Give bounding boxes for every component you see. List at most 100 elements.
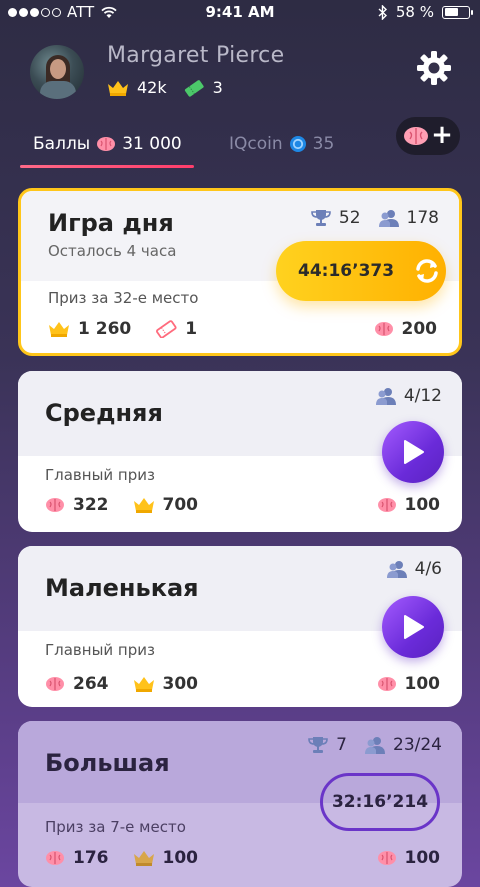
battery-fill: [444, 8, 458, 16]
entry-cost-value: 100: [404, 848, 441, 868]
trophies-stat: 52: [311, 208, 361, 228]
play-button[interactable]: [382, 596, 444, 658]
players-icon: [378, 210, 399, 227]
card-title: Средняя: [45, 399, 163, 427]
prize-brains-value: 322: [73, 495, 109, 515]
prize-row: 264 300: [45, 674, 222, 694]
prize-label: Приз за 7-е место: [45, 818, 186, 836]
players-count: 23/24: [393, 735, 442, 755]
user-stats: 42k 3: [107, 78, 239, 97]
countdown-timer: 44:16’373: [298, 261, 395, 281]
trophies-count: 52: [338, 208, 361, 228]
game-card-daily[interactable]: Игра дня Осталось 4 часа 52 178 44:16’37…: [18, 188, 462, 356]
crown-icon: [133, 851, 154, 866]
crown-icon: [133, 498, 154, 513]
card-meta: 7 23/24: [308, 735, 442, 755]
prize-brains: 176: [45, 848, 109, 868]
battery-percent: 58 %: [395, 3, 434, 21]
crown-icon: [133, 677, 154, 692]
trophy-icon: [311, 210, 331, 226]
entry-cost: 100: [377, 495, 441, 515]
players-icon: [375, 388, 396, 405]
prize-tickets: 1: [155, 319, 197, 339]
tab-active-underline: [20, 165, 194, 168]
prize-row: 1 260 1: [48, 319, 221, 339]
add-balance-button[interactable]: +: [396, 117, 460, 155]
ticket-icon: [156, 320, 177, 338]
prize-crowns: 100: [133, 848, 199, 868]
prize-brains: 264: [45, 674, 109, 694]
players-stat: 178: [378, 208, 439, 228]
tab-iqcoin[interactable]: IQcoin 35: [229, 134, 334, 154]
card-meta: 52 178: [311, 208, 439, 228]
entry-cost-value: 100: [404, 674, 441, 694]
prize-tickets-value: 1: [185, 319, 198, 339]
brain-icon: [377, 851, 396, 865]
prize-crowns: 300: [133, 674, 199, 694]
trophy-icon: [308, 737, 328, 753]
brain-icon: [97, 137, 116, 151]
avatar[interactable]: [30, 45, 84, 99]
status-bar: ATT 9:41 AM 58 %: [0, 0, 480, 24]
trophies-count: 7: [336, 735, 347, 755]
entry-cost: 100: [377, 674, 441, 694]
game-card-small[interactable]: Маленькая 4/6 Главный приз 264 300 100: [18, 546, 462, 707]
players-count: 4/6: [414, 559, 442, 579]
prize-brains-value: 264: [73, 674, 109, 694]
tab-balls[interactable]: Баллы 31 000: [33, 134, 182, 154]
status-right: 58 %: [378, 3, 473, 21]
refresh-icon: [416, 259, 438, 283]
players-count: 4/12: [403, 386, 442, 406]
crowns-count: 42k: [137, 78, 167, 97]
countdown-timer[interactable]: 32:16’214: [320, 773, 440, 831]
entry-cost-value: 200: [401, 319, 438, 339]
play-icon: [404, 615, 424, 639]
bluetooth-icon: [378, 4, 387, 20]
crowns-stat: 42k: [107, 78, 167, 97]
players-stat: 4/6: [386, 559, 442, 579]
brain-icon: [46, 677, 64, 691]
play-button[interactable]: [382, 421, 444, 483]
players-stat: 23/24: [365, 735, 442, 755]
prize-brains: 322: [45, 495, 109, 515]
tab-iqcoin-label: IQcoin: [229, 134, 283, 154]
entry-cost: 200: [374, 319, 438, 339]
game-card-medium[interactable]: Средняя 4/12 Главный приз 322 700 100: [18, 371, 462, 532]
card-title: Маленькая: [45, 574, 199, 602]
card-title: Игра дня: [48, 209, 174, 237]
tab-iqcoin-value: 35: [312, 134, 335, 154]
prize-row: 322 700: [45, 495, 222, 515]
brain-icon: [46, 851, 64, 865]
ticket-icon: [184, 79, 204, 97]
brain-icon: [377, 498, 396, 512]
username: Margaret Pierce: [107, 43, 285, 68]
trophies-stat: 7: [308, 735, 347, 755]
players-stat: 4/12: [375, 386, 442, 406]
prize-crowns: 700: [133, 495, 198, 515]
brain-icon: [374, 322, 393, 336]
entry-cost-value: 100: [404, 495, 441, 515]
players-icon: [386, 561, 407, 578]
prize-crowns-value: 100: [162, 848, 199, 868]
card-meta: 4/6: [386, 559, 442, 579]
card-meta: 4/12: [375, 386, 442, 406]
timer-pill[interactable]: 44:16’373: [276, 241, 446, 301]
players-icon: [365, 737, 385, 754]
prize-crowns-value: 300: [162, 674, 199, 694]
iqcoin-icon: [289, 136, 306, 152]
prize-label: Главный приз: [45, 466, 155, 484]
brain-icon: [404, 127, 429, 145]
prize-crowns: 1 260: [48, 319, 131, 339]
crown-icon: [49, 322, 69, 337]
card-subtitle: Осталось 4 часа: [48, 242, 177, 260]
settings-gear-icon[interactable]: [416, 50, 452, 86]
prize-brains-value: 176: [73, 848, 109, 868]
prize-label: Приз за 32-е место: [48, 289, 199, 307]
game-card-large[interactable]: Большая 7 23/24 32:16’214 Приз за 7-е ме…: [18, 721, 462, 887]
brain-icon: [377, 677, 396, 691]
prize-row: 176 100: [45, 848, 222, 868]
entry-cost: 100: [377, 848, 441, 868]
crown-icon: [108, 80, 128, 96]
battery-icon: [442, 5, 473, 19]
players-count: 178: [406, 208, 439, 228]
